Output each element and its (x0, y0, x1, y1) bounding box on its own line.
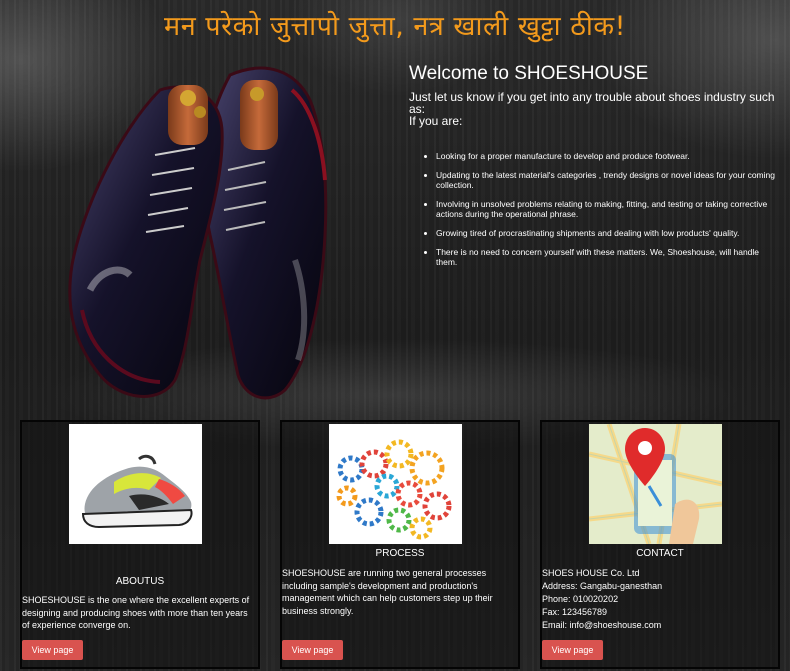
contact-email: Email: info@shoeshouse.com (542, 620, 662, 630)
list-item: Growing tired of procrastinating shipmen… (436, 228, 781, 238)
gears-image (329, 424, 462, 544)
about-us-card: ABOUTUS SHOESHOUSE is the one where the … (20, 420, 260, 669)
contact-fax: Fax: 123456789 (542, 607, 608, 617)
card-title: ABOUTUS (115, 576, 165, 587)
card-title: PROCESS (375, 548, 425, 559)
welcome-bullet-list: Looking for a proper manufacture to deve… (409, 151, 781, 267)
process-card: PROCESS SHOESHOUSE are running two gener… (280, 420, 520, 669)
welcome-if-you-are: If you are: (409, 114, 463, 128)
card-title: CONTACT (636, 548, 684, 559)
card-text: SHOESHOUSE are running two general proce… (282, 568, 493, 616)
contact-view-page-button[interactable]: View page (542, 640, 603, 660)
contact-address: Address: Gangabu-ganesthan (542, 581, 663, 591)
contact-card: CONTACT SHOES HOUSE Co. Ltd Address: Gan… (540, 420, 780, 669)
tagline: मन परेको जुत्तापो जुत्ता, नत्र खाली खुट्… (164, 11, 626, 42)
welcome-title: Welcome to SHOESHOUSE (409, 63, 649, 84)
contact-phone: Phone: 010020202 (542, 594, 619, 604)
process-view-page-button[interactable]: View page (282, 640, 343, 660)
list-item: Updating to the latest material's catego… (436, 170, 781, 190)
cards-row: ABOUTUS SHOESHOUSE is the one where the … (20, 420, 780, 671)
sneaker-image (69, 424, 202, 544)
list-item: There is no need to concern yourself wit… (436, 247, 781, 267)
list-item: Involving in unsolved problems relating … (436, 199, 781, 219)
welcome-intro: Just let us know if you get into any tro… (409, 90, 775, 116)
about-view-page-button[interactable]: View page (22, 640, 83, 660)
dress-shoes-image (68, 66, 328, 400)
list-item: Looking for a proper manufacture to deve… (436, 151, 781, 161)
map-pin-image (589, 424, 722, 544)
welcome-section: Welcome to SHOESHOUSE Just let us know i… (409, 63, 781, 276)
contact-company: SHOES HOUSE Co. Ltd (542, 568, 640, 578)
card-text: SHOESHOUSE is the one where the excellen… (22, 595, 250, 631)
